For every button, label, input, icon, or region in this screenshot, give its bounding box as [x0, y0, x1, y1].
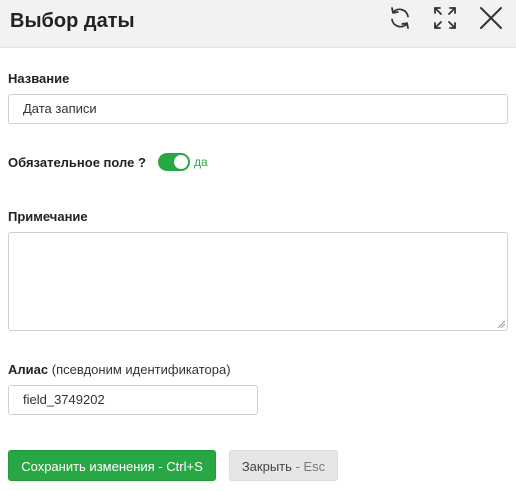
required-label: Обязательное поле ?: [8, 155, 146, 170]
alias-label: Алиас (псевдоним идентификатора): [8, 362, 231, 377]
dialog-header: Выбор даты: [0, 0, 516, 48]
resize-grip-icon[interactable]: [497, 320, 505, 328]
name-input[interactable]: Дата записи: [8, 94, 508, 124]
refresh-icon[interactable]: [387, 5, 413, 31]
close-button-hint: - Esc: [295, 459, 326, 474]
note-textarea[interactable]: [8, 232, 508, 331]
close-button-label: Закрыть: [241, 459, 292, 474]
required-state-text: да: [194, 155, 208, 169]
toggle-knob: [174, 155, 188, 169]
close-icon[interactable]: [478, 5, 504, 31]
note-label: Примечание: [8, 209, 88, 224]
save-button-label: Сохранить изменения: [21, 459, 155, 474]
name-label: Название: [8, 71, 70, 86]
alias-sublabel: (псевдоним идентификатора): [51, 362, 231, 377]
close-button[interactable]: Закрыть - Esc: [229, 450, 338, 481]
dialog-title: Выбор даты: [10, 10, 135, 32]
required-toggle[interactable]: [158, 153, 190, 171]
save-button[interactable]: Сохранить изменения - Ctrl+S: [8, 450, 216, 481]
alias-input[interactable]: field_3749202: [8, 385, 258, 415]
expand-icon[interactable]: [432, 5, 458, 31]
alias-label-text: Алиас: [8, 362, 49, 377]
save-button-hint: - Ctrl+S: [158, 459, 203, 474]
